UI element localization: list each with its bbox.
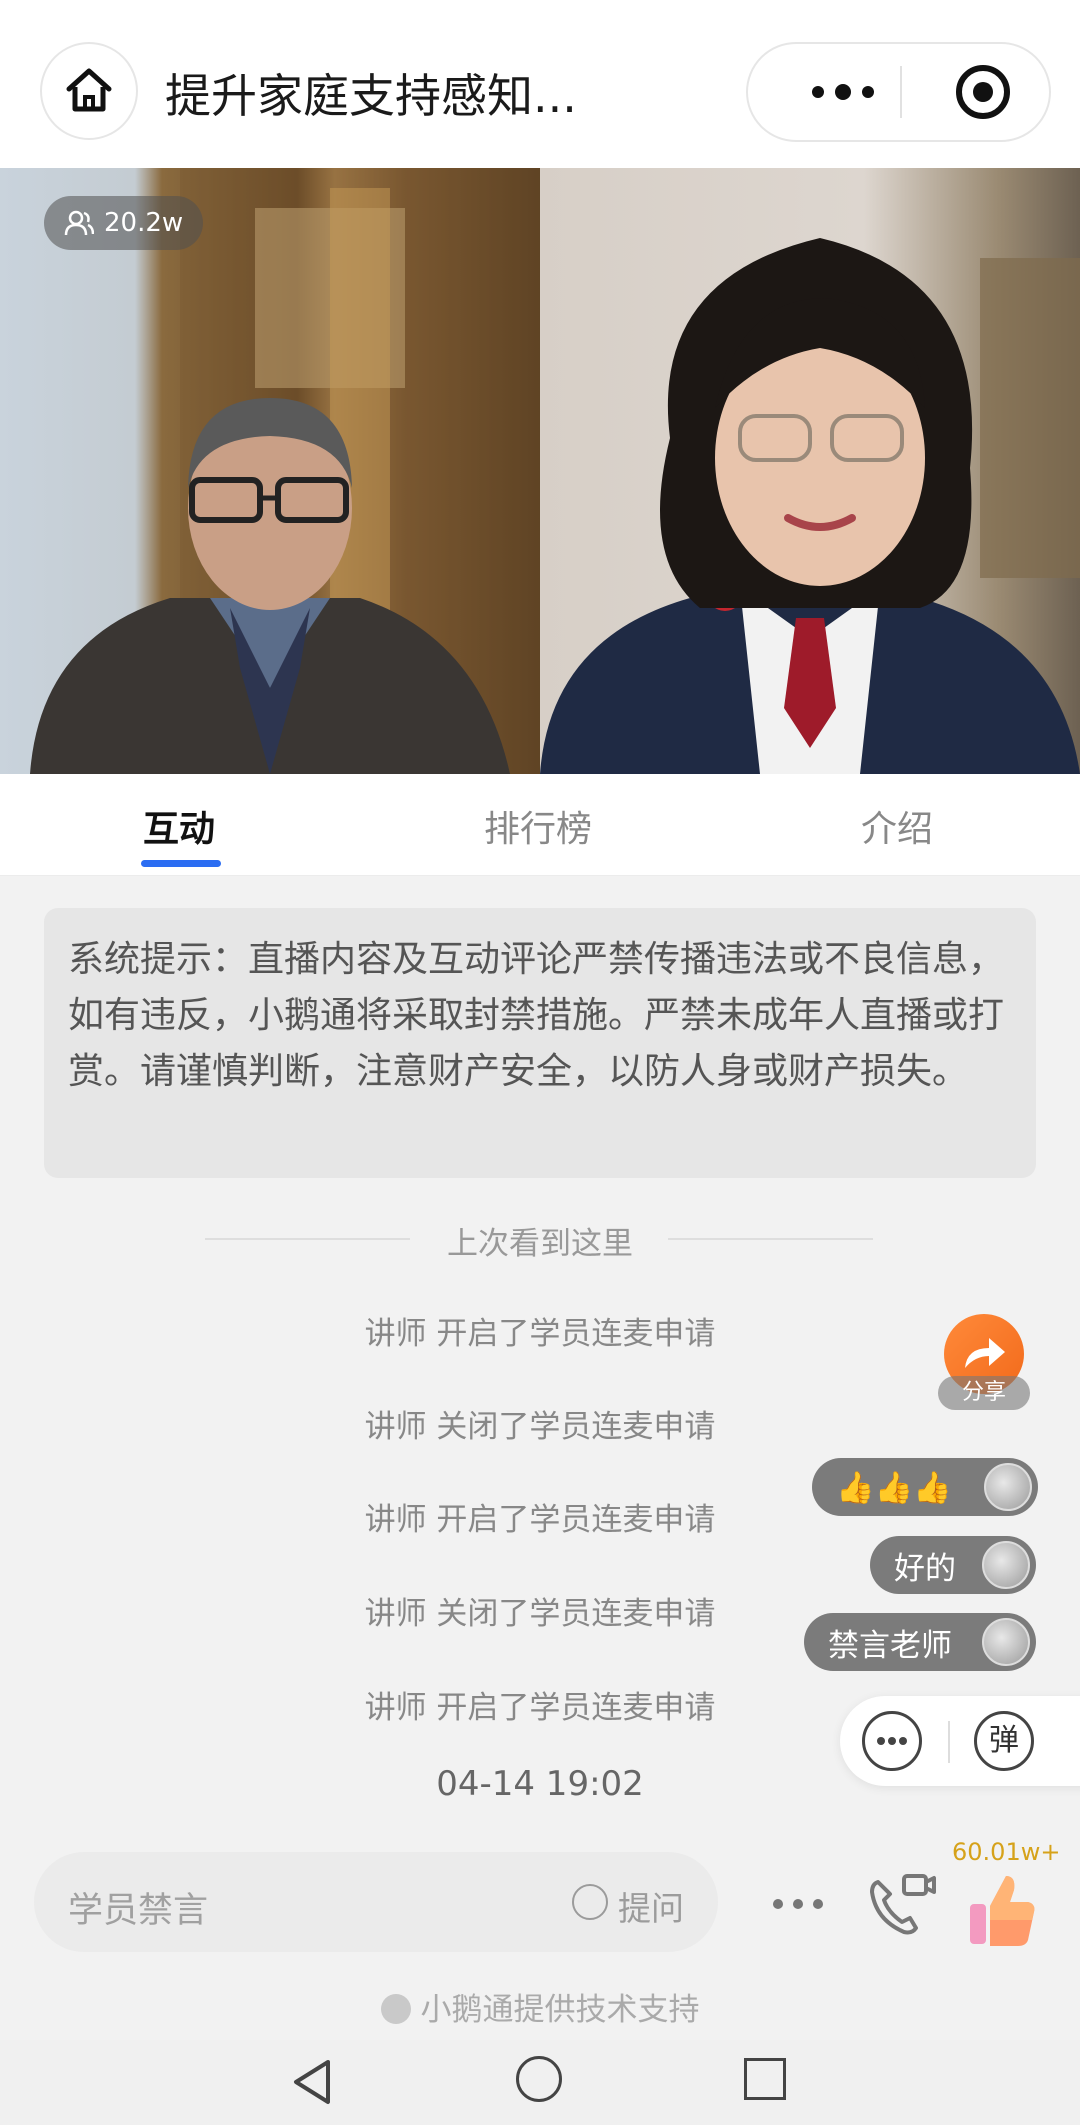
comment-placeholder: 学员禁言 bbox=[68, 1891, 209, 1931]
speaker-left-figure bbox=[30, 168, 540, 774]
powered-by: 小鹅通提供技术支持 bbox=[0, 1984, 1080, 2029]
chat-bubble-icon bbox=[877, 1737, 907, 1745]
more-dots-icon bbox=[773, 1899, 823, 1909]
home-button[interactable] bbox=[40, 42, 138, 140]
top-nav-bar: 提升家庭支持感知... bbox=[0, 0, 1080, 168]
home-circle-button[interactable] bbox=[516, 2056, 562, 2102]
danmaku-bubble: 禁言老师 bbox=[804, 1613, 1036, 1671]
tab-bar: 互动 排行榜 介绍 bbox=[0, 774, 1080, 876]
danmaku-text: 👍👍👍 bbox=[836, 1469, 952, 1506]
share-arrow-icon bbox=[965, 1338, 1005, 1368]
live-video[interactable]: 20.2w bbox=[0, 168, 1080, 774]
share-button[interactable]: 分享 bbox=[938, 1314, 1030, 1410]
recent-apps-button[interactable] bbox=[744, 2058, 786, 2100]
user-avatar bbox=[982, 1541, 1030, 1589]
capsule-divider bbox=[900, 66, 902, 118]
panel-divider bbox=[948, 1721, 950, 1763]
close-mini-program-button[interactable] bbox=[928, 44, 1038, 140]
xiaoetong-logo-icon bbox=[380, 1994, 411, 2024]
danmaku-text: 禁言老师 bbox=[828, 1627, 952, 1664]
question-label: 提问 bbox=[618, 1889, 684, 1928]
danmaku-bubble: 好的 bbox=[870, 1536, 1036, 1594]
page-title: 提升家庭支持感知... bbox=[165, 69, 577, 123]
more-options-button[interactable] bbox=[766, 1874, 830, 1934]
more-dots-icon bbox=[812, 84, 874, 100]
viewer-count: 20.2w bbox=[104, 208, 184, 238]
home-icon bbox=[66, 68, 112, 112]
comment-input[interactable]: 学员禁言 提问 bbox=[34, 1852, 718, 1952]
tab-leaderboard[interactable]: 排行榜 bbox=[484, 800, 592, 852]
video-feed-right bbox=[540, 168, 1080, 774]
system-message: 讲师 开启了学员连麦申请 bbox=[364, 1316, 716, 1352]
powered-by-text: 小鹅通提供技术支持 bbox=[420, 1992, 700, 2028]
video-feed-left bbox=[0, 168, 540, 774]
speaker-right-figure bbox=[540, 238, 1080, 774]
bottom-bar: 学员禁言 提问 60.01w+ 小鹅通提供技术支持 bbox=[0, 1830, 1080, 2040]
like-count: 60.01w+ bbox=[952, 1838, 1061, 1866]
question-radio[interactable] bbox=[572, 1884, 608, 1920]
user-avatar bbox=[982, 1618, 1030, 1666]
danmaku-bubble: 👍👍👍 bbox=[812, 1458, 1038, 1516]
mini-program-capsule bbox=[746, 42, 1051, 142]
thumbs-up-icon bbox=[970, 1876, 1035, 1946]
user-avatar bbox=[984, 1463, 1032, 1511]
phone-video-icon bbox=[870, 1874, 936, 1935]
tab-interaction[interactable]: 互动 bbox=[143, 800, 215, 852]
like-button[interactable] bbox=[966, 1870, 1038, 1950]
target-icon bbox=[956, 65, 1010, 119]
danmaku-toggle-button[interactable]: 弹 bbox=[974, 1711, 1034, 1771]
share-label: 分享 bbox=[938, 1376, 1030, 1410]
danmaku-text: 好的 bbox=[894, 1550, 956, 1587]
video-call-button[interactable] bbox=[864, 1862, 938, 1940]
chat-toggle-button[interactable] bbox=[862, 1711, 922, 1771]
system-message: 讲师 关闭了学员连麦申请 bbox=[364, 1409, 716, 1445]
system-notice: 系统提示：直播内容及互动评论严禁传播违法或不良信息，如有违反，小鹅通将采取封禁措… bbox=[44, 908, 1036, 1178]
people-icon bbox=[64, 210, 94, 236]
last-seen-divider: 上次看到这里 bbox=[447, 1226, 633, 1262]
system-nav-bar bbox=[0, 2040, 1080, 2125]
viewer-count-badge: 20.2w bbox=[44, 196, 204, 250]
more-button[interactable] bbox=[788, 44, 898, 140]
back-triangle-icon[interactable] bbox=[290, 2058, 334, 2106]
floating-action-panel: 弹 bbox=[840, 1696, 1080, 1786]
tab-introduction[interactable]: 介绍 bbox=[861, 800, 933, 852]
active-tab-indicator bbox=[141, 860, 221, 867]
